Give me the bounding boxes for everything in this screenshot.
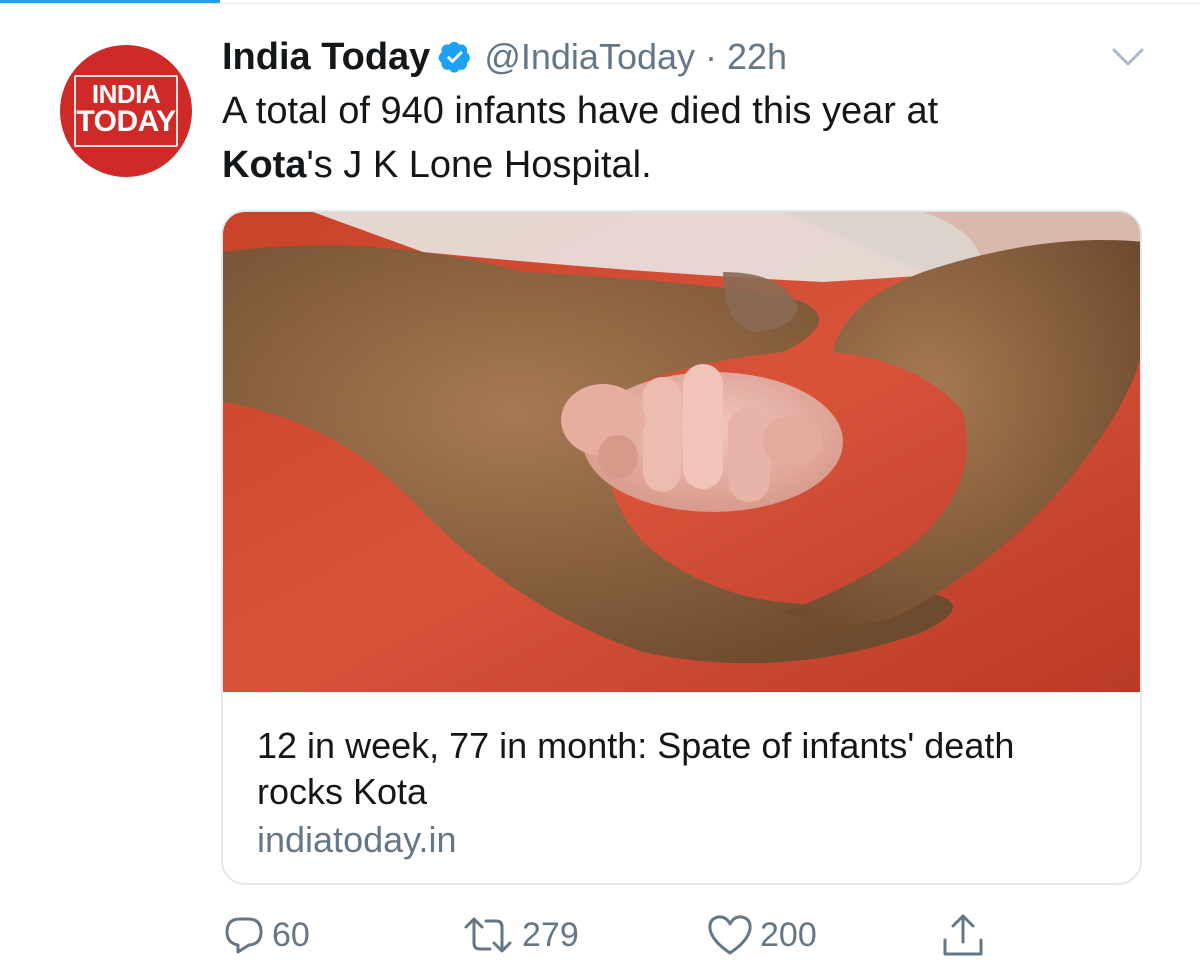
retweet-count: 279 <box>522 915 579 954</box>
chevron-down-icon[interactable] <box>1108 42 1148 72</box>
avatar[interactable]: INDIA TODAY <box>60 45 192 177</box>
tweet-text: A total of 940 infants have died this ye… <box>222 84 1122 192</box>
retweet-icon <box>464 917 512 953</box>
tweet-text-bold[interactable]: Kota <box>222 144 306 186</box>
author-handle[interactable]: @IndiaToday <box>484 36 695 78</box>
retweet-button[interactable]: 279 <box>460 905 579 965</box>
like-count: 200 <box>760 915 817 954</box>
reply-icon <box>225 917 263 954</box>
card-title: 12 in week, 77 in month: Spate of infant… <box>257 725 1015 812</box>
verified-badge-icon <box>439 41 471 73</box>
tweet-text-line: Kota's J K Lone Hospital. <box>222 138 1122 192</box>
reply-button[interactable]: 60 <box>222 905 310 965</box>
share-button[interactable] <box>940 905 986 965</box>
card-domain: indiatoday.in <box>257 819 457 860</box>
link-card[interactable]: 12 in week, 77 in month: Spate of infant… <box>221 210 1142 885</box>
share-icon <box>943 914 983 956</box>
tweet-text-rest: 's J K Lone Hospital. <box>306 144 652 186</box>
tweet: INDIA TODAY India Today @IndiaToday · 22… <box>0 0 1200 980</box>
heart-icon <box>708 915 752 955</box>
header-separator: · <box>705 36 718 77</box>
tweet-actions: 60 279 200 <box>0 905 1200 965</box>
like-button[interactable]: 200 <box>706 905 817 965</box>
card-image <box>223 212 1140 692</box>
reply-count: 60 <box>272 915 310 954</box>
avatar-logo-text: TODAY <box>76 105 176 138</box>
author-display-name[interactable]: India Today <box>222 36 430 79</box>
tweet-header: India Today @IndiaToday · 22h <box>222 32 787 82</box>
tweet-text-line: A total of 940 infants have died this ye… <box>222 90 939 132</box>
card-body: 12 in week, 77 in month: Spate of infant… <box>223 692 1140 883</box>
tweet-timestamp[interactable]: 22h <box>727 36 787 78</box>
